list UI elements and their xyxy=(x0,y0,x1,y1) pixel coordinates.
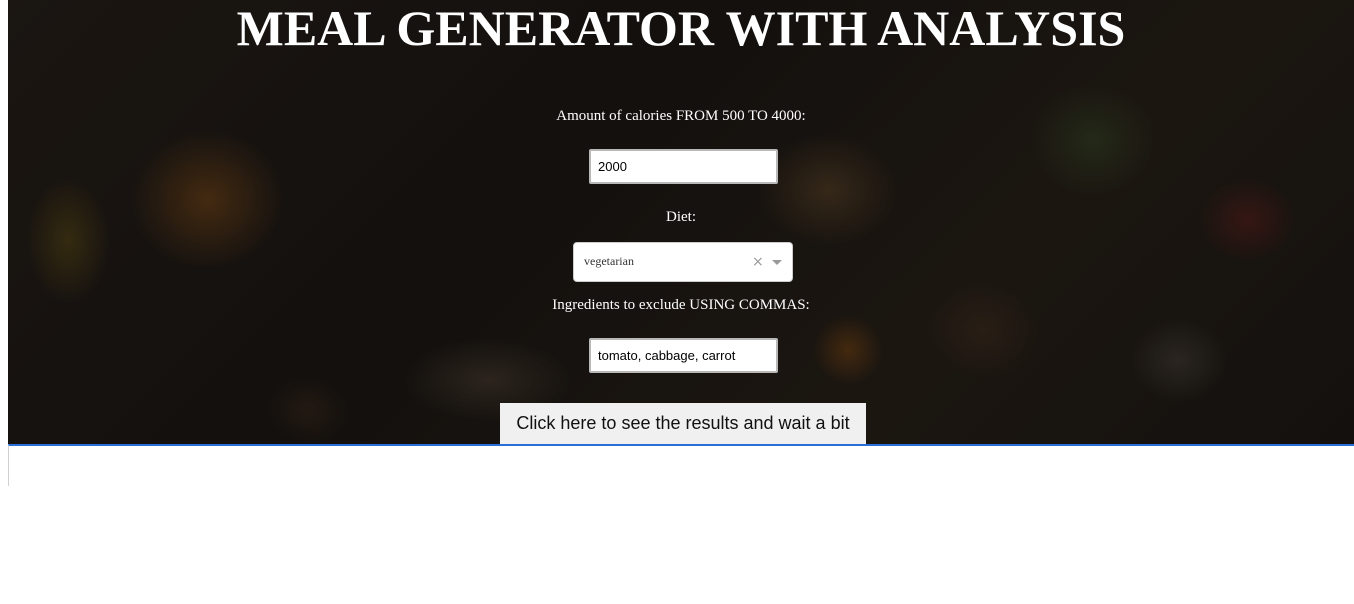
diet-select[interactable]: vegetarian × xyxy=(573,242,793,282)
diet-label: Diet: xyxy=(666,209,696,225)
exclude-label: Ingredients to exclude USING COMMAS: xyxy=(552,297,810,313)
exclude-ingredients-input[interactable] xyxy=(589,338,778,373)
see-results-button[interactable]: Click here to see the results and wait a… xyxy=(500,403,866,444)
results-area xyxy=(8,444,1354,486)
diet-selected-value: vegetarian xyxy=(584,254,634,268)
hero-banner: MEAL GENERATOR WITH ANALYSIS Amount of c… xyxy=(8,0,1354,444)
calories-label: Amount of calories FROM 500 TO 4000: xyxy=(556,108,806,124)
close-icon[interactable]: × xyxy=(752,253,764,271)
chevron-down-icon[interactable] xyxy=(772,260,782,265)
page-title: MEAL GENERATOR WITH ANALYSIS xyxy=(236,0,1126,56)
calories-input[interactable] xyxy=(589,149,778,184)
